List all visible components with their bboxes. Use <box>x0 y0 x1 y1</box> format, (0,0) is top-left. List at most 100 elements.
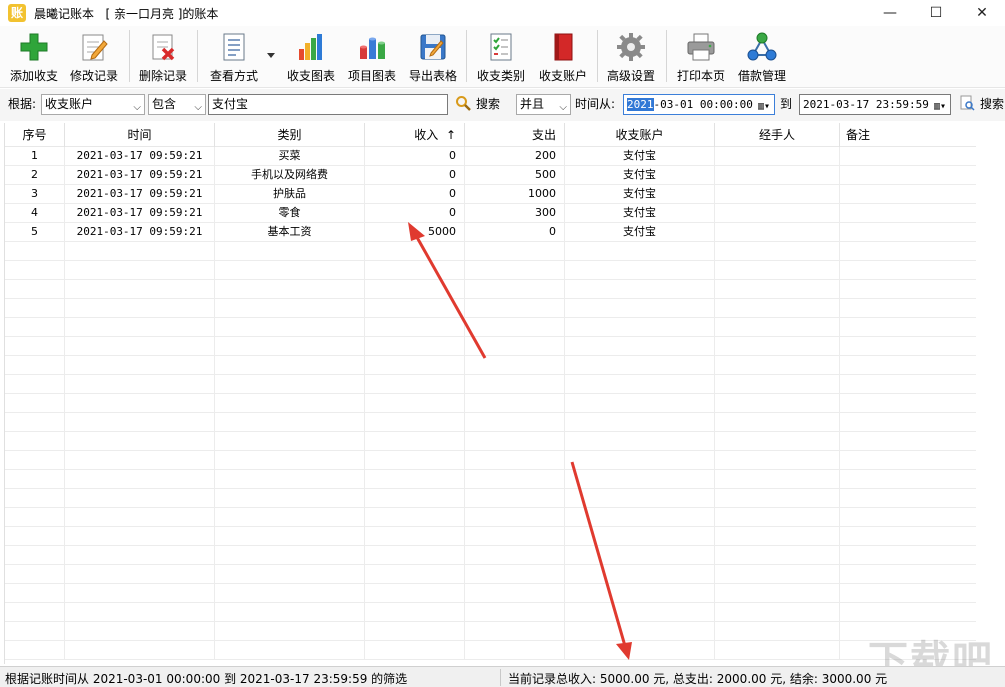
col-category[interactable]: 类别 <box>215 123 365 147</box>
table-row[interactable] <box>5 641 976 660</box>
table-row[interactable]: 4 2021-03-17 09:59:21 零食 0 300 支付宝 <box>5 204 976 223</box>
search-button-2[interactable]: 搜索 <box>980 94 1004 115</box>
to-date-value: 2021-03-17 23:59:59 <box>803 98 929 111</box>
table-row[interactable] <box>5 546 976 565</box>
delete-record-label: 删除记录 <box>138 69 187 83</box>
table-row[interactable] <box>5 470 976 489</box>
cell-time <box>65 527 215 546</box>
col-note[interactable]: 备注 <box>840 123 976 147</box>
table-row[interactable] <box>5 489 976 508</box>
cell-note <box>840 508 976 527</box>
logic-select[interactable]: 并且 ⌵ <box>516 94 571 115</box>
cell-handler <box>715 356 840 375</box>
col-account[interactable]: 收支账户 <box>565 123 715 147</box>
cell-seq <box>5 641 65 660</box>
table-row[interactable] <box>5 432 976 451</box>
table-row[interactable] <box>5 527 976 546</box>
table-row[interactable] <box>5 280 976 299</box>
cell-account <box>565 261 715 280</box>
category-button[interactable]: 收支类别 <box>474 30 528 86</box>
table-row[interactable]: 5 2021-03-17 09:59:21 基本工资 5000 0 支付宝 <box>5 223 976 242</box>
maximize-button[interactable]: ☐ <box>913 0 959 26</box>
window-title: 晨曦记账本 [ 亲一口月亮 ]的账本 <box>34 7 219 21</box>
cell-account <box>565 603 715 622</box>
edit-record-button[interactable]: 修改记录 <box>68 30 120 86</box>
table-row[interactable] <box>5 299 976 318</box>
records-table: 序号 时间 类别 收入 ↑ 支出 收支账户 经手人 备注 1 2021-03-17… <box>4 123 976 664</box>
advanced-settings-button[interactable]: 高级设置 <box>604 30 658 86</box>
delete-record-button[interactable]: 删除记录 <box>137 30 189 86</box>
view-mode-dropdown-icon[interactable] <box>266 48 276 62</box>
cell-income: 0 <box>365 185 465 204</box>
loan-management-button[interactable]: 借款管理 <box>735 30 789 86</box>
table-row[interactable] <box>5 261 976 280</box>
table-row[interactable] <box>5 603 976 622</box>
minimize-button[interactable]: — <box>867 0 913 26</box>
table-row[interactable]: 3 2021-03-17 09:59:21 护肤品 0 1000 支付宝 <box>5 185 976 204</box>
table-row[interactable] <box>5 337 976 356</box>
cell-time <box>65 432 215 451</box>
table-row[interactable] <box>5 413 976 432</box>
cell-handler <box>715 318 840 337</box>
sort-ascending-icon: ↑ <box>445 128 456 142</box>
cell-account: 支付宝 <box>565 223 715 242</box>
table-row[interactable] <box>5 622 976 641</box>
search-page-icon[interactable] <box>960 95 975 116</box>
table-row[interactable] <box>5 394 976 413</box>
grid-right-margin <box>976 123 1005 664</box>
magnifier-icon[interactable] <box>455 95 471 116</box>
cell-income <box>365 527 465 546</box>
cell-expense <box>465 584 565 603</box>
export-table-button[interactable]: 导出表格 <box>406 30 460 86</box>
col-time[interactable]: 时间 <box>65 123 215 147</box>
cell-note <box>840 242 976 261</box>
filter-keyword-input[interactable]: 支付宝 <box>208 94 448 115</box>
cell-income <box>365 413 465 432</box>
calendar-dropdown-icon[interactable]: ▥▾ <box>758 97 770 116</box>
add-record-button[interactable]: 添加收支 <box>8 30 60 86</box>
col-handler[interactable]: 经手人 <box>715 123 840 147</box>
view-mode-button[interactable]: 查看方式 <box>206 30 262 86</box>
table-row[interactable] <box>5 242 976 261</box>
to-date-picker[interactable]: 2021-03-17 23:59:59 ▥▾ <box>799 94 951 115</box>
close-button[interactable]: ✕ <box>959 0 1005 26</box>
print-page-button[interactable]: 打印本页 <box>674 30 728 86</box>
cell-account <box>565 432 715 451</box>
project-chart-button[interactable]: 项目图表 <box>345 30 399 86</box>
cell-note <box>840 204 976 223</box>
table-row[interactable]: 1 2021-03-17 09:59:21 买菜 0 200 支付宝 <box>5 147 976 166</box>
table-row[interactable] <box>5 318 976 337</box>
col-income[interactable]: 收入 ↑ <box>365 123 465 147</box>
cell-category <box>215 641 365 660</box>
account-button[interactable]: 收支账户 <box>536 30 590 86</box>
filter-operator-select[interactable]: 包含 ⌵ <box>148 94 206 115</box>
filter-field-select[interactable]: 收支账户 ⌵ <box>41 94 145 115</box>
cell-seq: 2 <box>5 166 65 185</box>
from-date-rest: -03-01 00:00:00 <box>653 98 753 111</box>
col-seq[interactable]: 序号 <box>5 123 65 147</box>
table-row[interactable] <box>5 451 976 470</box>
table-row[interactable]: 2 2021-03-17 09:59:21 手机以及网络费 0 500 支付宝 <box>5 166 976 185</box>
calendar-dropdown-icon[interactable]: ▥▾ <box>934 97 946 116</box>
cell-expense <box>465 413 565 432</box>
table-row[interactable] <box>5 375 976 394</box>
cell-time <box>65 242 215 261</box>
status-separator <box>500 669 501 686</box>
cell-income <box>365 565 465 584</box>
table-row[interactable] <box>5 584 976 603</box>
cell-income <box>365 451 465 470</box>
cell-category <box>215 584 365 603</box>
table-row[interactable] <box>5 508 976 527</box>
table-row[interactable] <box>5 356 976 375</box>
from-date-picker[interactable]: 2021-03-01 00:00:00 ▥▾ <box>623 94 775 115</box>
cell-note <box>840 584 976 603</box>
search-button[interactable]: 搜索 <box>476 94 500 115</box>
cell-handler <box>715 603 840 622</box>
cell-expense: 1000 <box>465 185 565 204</box>
cell-expense: 0 <box>465 223 565 242</box>
table-row[interactable] <box>5 565 976 584</box>
cell-time <box>65 546 215 565</box>
income-chart-button[interactable]: 收支图表 <box>284 30 338 86</box>
cell-note <box>840 413 976 432</box>
col-expense[interactable]: 支出 <box>465 123 565 147</box>
